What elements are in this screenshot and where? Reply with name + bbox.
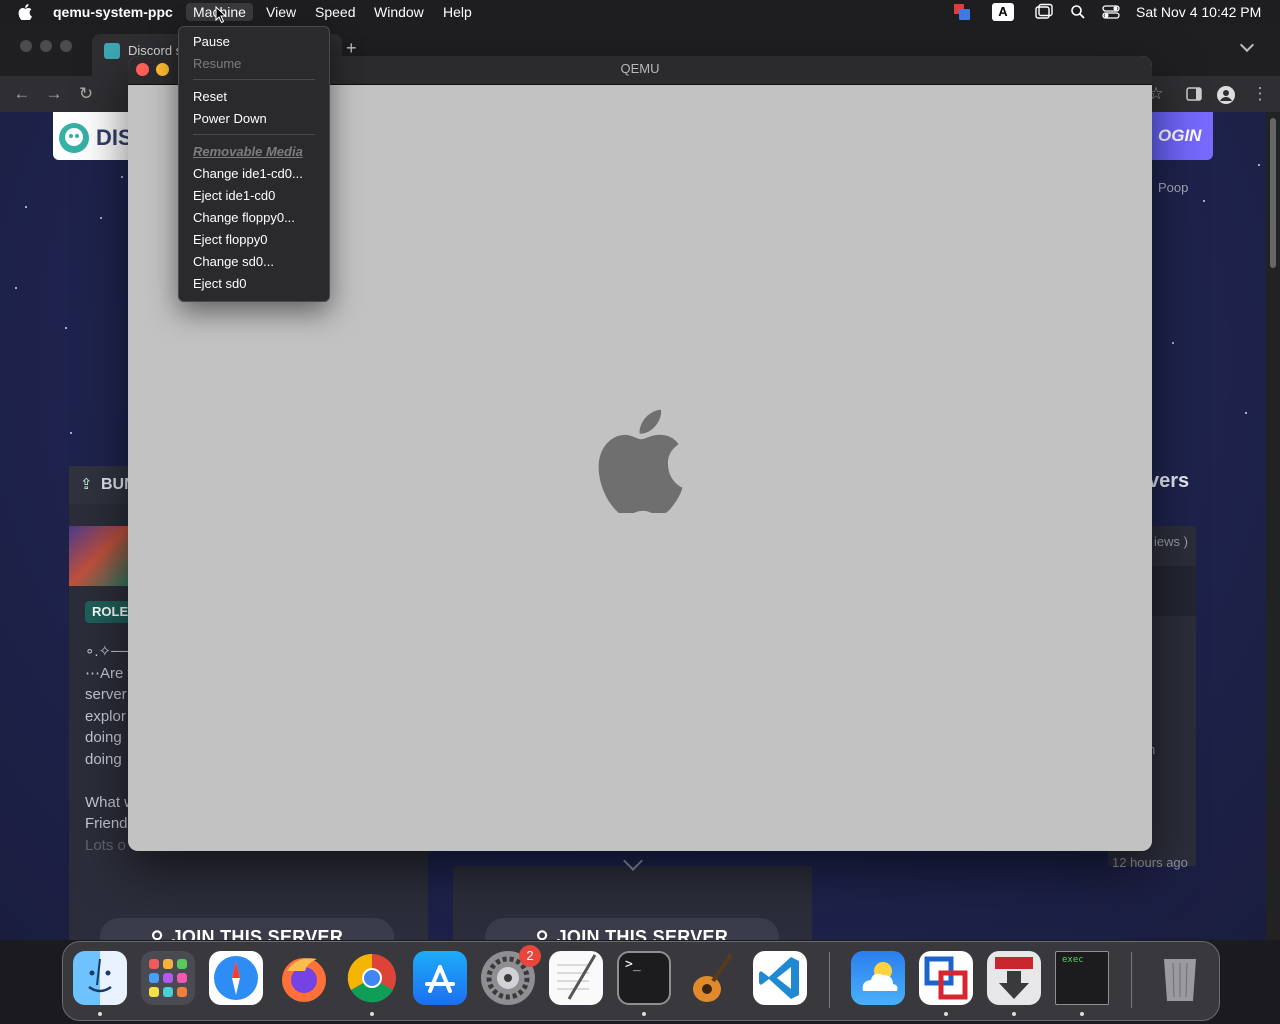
mouse-cursor-icon (215, 6, 227, 24)
vscode-icon[interactable] (753, 951, 807, 1005)
chrome-icon[interactable] (345, 951, 399, 1005)
menu-item-eject-sd0[interactable]: Eject sd0 (193, 274, 323, 294)
menu-separator (193, 79, 315, 80)
join-server-button[interactable]: ⚲ JOIN THIS SERVER (100, 918, 394, 940)
menu-item-resume: Resume (193, 56, 242, 71)
installer-icon[interactable] (987, 951, 1041, 1005)
side-panel-icon[interactable] (1186, 86, 1202, 102)
terminal-icon[interactable]: >_ (617, 951, 671, 1005)
discord-favicon-icon (104, 43, 120, 59)
user-name-label: Poop (1158, 180, 1189, 195)
forward-arrow-icon[interactable]: → (44, 84, 64, 104)
browser-close-button[interactable] (20, 40, 32, 52)
menu-item-power-down[interactable]: Power Down (193, 109, 323, 129)
browser-menu-icon[interactable]: ⋮ (1250, 84, 1270, 104)
app-name-menu[interactable]: qemu-system-ppc (53, 3, 173, 21)
speed-menu[interactable]: Speed (315, 3, 355, 21)
vmware-icon[interactable] (919, 951, 973, 1005)
menu-separator (193, 134, 315, 135)
back-arrow-icon[interactable]: ← (12, 84, 32, 104)
machine-dropdown-menu: Pause Resume Reset Power Down Removable … (178, 26, 330, 302)
join-server-label: JOIN THIS SERVER (556, 927, 729, 940)
apple-menu-icon[interactable] (18, 4, 32, 20)
safari-icon[interactable] (209, 951, 263, 1005)
disboard-logo-icon (59, 123, 89, 153)
finder-icon[interactable] (73, 951, 127, 1005)
help-menu[interactable]: Help (443, 3, 472, 21)
trash-icon[interactable] (1153, 951, 1207, 1005)
servers-heading: vers (1148, 470, 1190, 492)
page-scrollbar[interactable] (1266, 112, 1280, 940)
reload-icon[interactable]: ↻ (76, 84, 96, 104)
menu-bar-clock[interactable]: Sat Nov 4 10:42 PM (1136, 3, 1261, 21)
browser-zoom-button[interactable] (60, 40, 72, 52)
menu-item-reset[interactable]: Reset (193, 87, 323, 107)
menu-item-change-ide1-cd0[interactable]: Change ide1-cd0... (193, 164, 323, 184)
window-manager-icon[interactable] (1035, 3, 1053, 21)
login-button-label: OGIN (1158, 126, 1202, 145)
notification-badge: 2 (519, 945, 541, 967)
join-server-button[interactable]: ⚲ JOIN THIS SERVER (485, 918, 779, 940)
menu-item-eject-floppy0[interactable]: Eject floppy0 (193, 230, 323, 250)
plug-icon: ⚲ (150, 928, 164, 940)
bump-timestamp: 12 hours ago (1112, 855, 1188, 870)
screen-share-icon[interactable] (953, 3, 971, 21)
spotlight-search-icon[interactable] (1070, 3, 1086, 21)
qemu-minimize-button[interactable] (156, 63, 169, 76)
dock: 2 >_ exec (62, 941, 1220, 1021)
menu-section-removable-media: Removable Media (193, 144, 303, 159)
qemu-close-button[interactable] (136, 63, 149, 76)
browser-minimize-button[interactable] (40, 40, 52, 52)
profile-icon[interactable] (1216, 85, 1236, 105)
qemu-window-title: QEMU (620, 61, 660, 76)
firefox-icon[interactable] (277, 951, 331, 1005)
dock-separator (1131, 952, 1132, 1008)
bump-icon: ⇪ (80, 476, 93, 493)
join-server-label: JOIN THIS SERVER (171, 927, 344, 940)
launchpad-icon[interactable] (141, 951, 195, 1005)
menu-item-change-floppy0[interactable]: Change floppy0... (193, 208, 323, 228)
menu-item-pause[interactable]: Pause (193, 32, 323, 52)
scrollbar-thumb[interactable] (1270, 118, 1276, 268)
tab-search-chevron-icon[interactable] (1239, 37, 1255, 53)
server-avatar[interactable] (69, 526, 129, 586)
terminal-prompt-label: >_ (625, 957, 641, 972)
system-settings-icon[interactable]: 2 (481, 945, 541, 1005)
reviews-label[interactable]: iews ) (1154, 534, 1188, 549)
menu-item-eject-ide1-cd0[interactable]: Eject ide1-cd0 (193, 186, 323, 206)
garageband-icon[interactable] (685, 951, 739, 1005)
control-center-icon[interactable] (1102, 3, 1120, 21)
exec-label: exec (1062, 955, 1084, 965)
window-menu[interactable]: Window (374, 3, 424, 21)
input-source-indicator[interactable]: A (992, 3, 1014, 21)
textedit-icon[interactable] (549, 951, 603, 1005)
expand-chevron-icon[interactable] (623, 851, 643, 871)
weather-icon[interactable] (851, 951, 905, 1005)
app-store-icon[interactable] (413, 951, 467, 1005)
plug-icon: ⚲ (535, 928, 549, 940)
menu-item-change-sd0[interactable]: Change sd0... (193, 252, 323, 272)
dock-separator (829, 952, 830, 1008)
menu-bar: qemu-system-ppc Machine View Speed Windo… (0, 0, 1280, 24)
apple-boot-logo-icon (598, 409, 683, 513)
view-menu[interactable]: View (266, 3, 296, 21)
exec-console-icon[interactable]: exec (1055, 951, 1109, 1005)
